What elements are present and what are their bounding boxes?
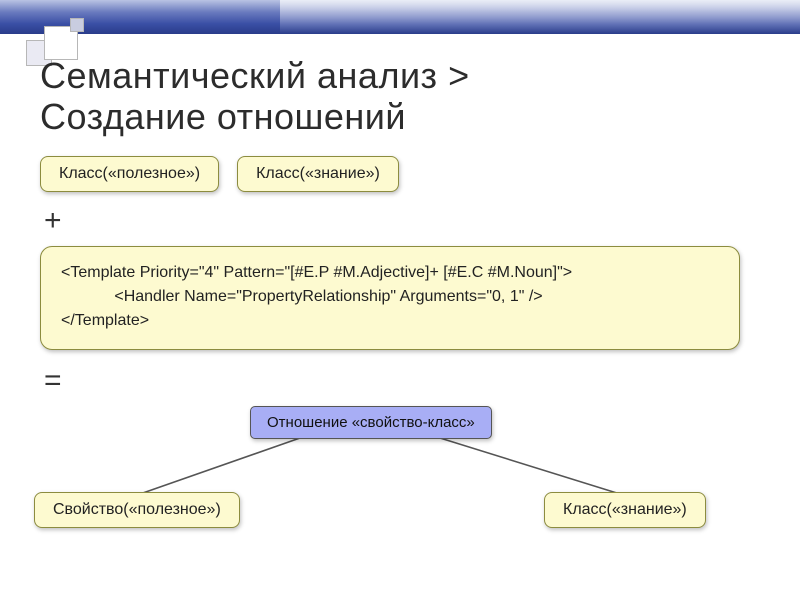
slide-top-bar xyxy=(0,0,800,34)
code-line-2: <Handler Name="PropertyRelationship" Arg… xyxy=(61,288,543,305)
code-line-3: </Template> xyxy=(61,312,149,329)
property-box-useful: Свойство(«полезное») xyxy=(34,492,240,528)
relation-diagram: Отношение «свойство-класс» Свойство(«пол… xyxy=(40,406,760,546)
code-line-1: <Template Priority="4" Pattern="[#E.P #M… xyxy=(61,264,572,281)
operator-plus: + xyxy=(44,204,760,238)
title-line-2: Создание отношений xyxy=(40,96,406,137)
template-code-box: <Template Priority="4" Pattern="[#E.P #M… xyxy=(40,246,740,350)
slide-title: Семантический анализ > Создание отношени… xyxy=(40,55,760,138)
operator-equals: = xyxy=(44,364,760,398)
class-box-useful: Класс(«полезное») xyxy=(40,156,219,192)
class-box-knowledge: Класс(«знание») xyxy=(237,156,399,192)
title-line-1: Семантический анализ > xyxy=(40,55,470,96)
class-box-knowledge-result: Класс(«знание») xyxy=(544,492,706,528)
relation-title-box: Отношение «свойство-класс» xyxy=(250,406,492,439)
slide-content: Семантический анализ > Создание отношени… xyxy=(40,55,760,546)
input-classes-row: Класс(«полезное») Класс(«знание») xyxy=(40,156,760,192)
